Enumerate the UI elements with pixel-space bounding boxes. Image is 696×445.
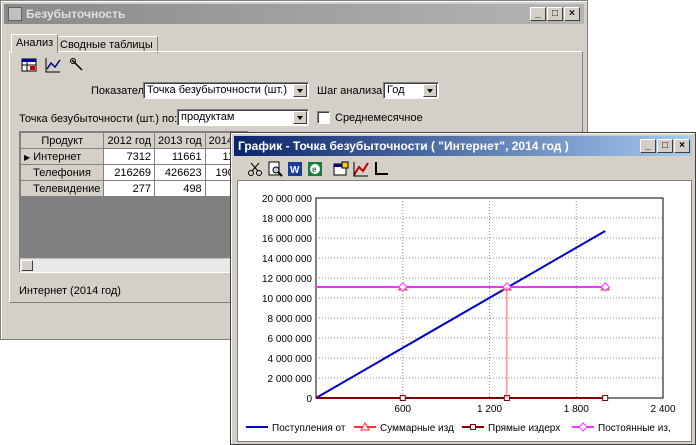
close-button[interactable]: × — [674, 139, 690, 153]
chart-area: 0 2 000 000 4 000 000 6 000 000 8 000 000 10 … — [237, 180, 692, 442]
chart-icon[interactable] — [43, 55, 63, 75]
y-tick-label: 8 000 000 — [268, 314, 313, 325]
minimize-button[interactable]: _ — [640, 139, 656, 153]
window-title: Безубыточность — [26, 7, 126, 21]
data-point — [399, 395, 406, 401]
excel-icon[interactable]: e — [305, 159, 325, 179]
legend-label: Поступления от — [272, 423, 346, 434]
row-header[interactable]: Телефония — [19, 164, 105, 181]
data-grid[interactable]: Продукт 2012 год 2013 год 2014 год ▶ Инт… — [19, 131, 257, 273]
legend-label: Суммарные изд — [380, 423, 454, 434]
horizontal-scrollbar[interactable] — [20, 258, 248, 272]
title-bar[interactable]: Безубыточность _ □ × — [4, 4, 584, 24]
scissors-icon[interactable] — [245, 159, 265, 179]
row-header[interactable]: Телевидение — [19, 180, 105, 197]
table-cell[interactable]: 11661 — [154, 148, 206, 165]
chevron-down-icon[interactable] — [423, 84, 437, 97]
legend-marker — [578, 422, 588, 432]
table-row[interactable]: Телевидение 277 498 540 — [19, 180, 257, 197]
word-icon[interactable]: W — [285, 159, 305, 179]
minimize-button[interactable]: _ — [530, 7, 546, 21]
status-text: Интернет (2014 год) — [19, 285, 121, 297]
y-tick-label: 0 — [306, 394, 312, 405]
chart-title-bar[interactable]: График - Точка безубыточности ( "Интерне… — [234, 136, 692, 156]
column-header[interactable]: 2012 год — [103, 132, 156, 149]
row-header[interactable]: ▶ Интернет — [19, 148, 105, 165]
y-tick-label: 4 000 000 — [268, 354, 313, 365]
monthly-checkbox[interactable] — [317, 111, 330, 124]
breakeven-chart: 0 2 000 000 4 000 000 6 000 000 8 000 000 10 … — [246, 194, 676, 434]
app-icon — [8, 7, 22, 21]
wrench-icon[interactable] — [67, 55, 87, 75]
y-tick-label: 6 000 000 — [268, 334, 313, 345]
y-tick-label: 10 000 000 — [262, 294, 312, 305]
table-cell[interactable]: 216269 — [103, 164, 156, 181]
y-tick-label: 14 000 000 — [262, 254, 312, 265]
x-tick-label: 1 200 — [477, 404, 502, 415]
column-header[interactable]: 2013 год — [154, 132, 206, 149]
step-select[interactable]: Год — [383, 82, 439, 99]
legend-label: Прямые издерх — [488, 423, 560, 434]
properties-icon[interactable] — [331, 159, 351, 179]
x-tick-label: 600 — [394, 404, 411, 415]
svg-text:e: e — [312, 165, 317, 174]
axis-icon[interactable] — [371, 159, 391, 179]
table-report-icon[interactable] — [19, 55, 39, 75]
y-tick-label: 20 000 000 — [262, 194, 312, 205]
table-cell[interactable]: 498 — [154, 180, 206, 197]
chevron-down-icon[interactable] — [293, 84, 307, 97]
close-button[interactable]: × — [564, 7, 580, 21]
svg-text:W: W — [290, 165, 300, 176]
table-row[interactable]: ▶ Интернет 7312 11661 11068 — [19, 148, 257, 165]
chart-window: График - Точка безубыточности ( "Интерне… — [230, 132, 696, 445]
table-row[interactable]: Телефония 216269 426623 190359 — [19, 164, 257, 181]
monthly-label: Среднемесячное — [335, 112, 423, 124]
maximize-button[interactable]: □ — [547, 7, 563, 21]
column-header[interactable]: Продукт — [19, 132, 105, 149]
x-tick-label: 2 400 — [650, 404, 675, 415]
maximize-button[interactable]: □ — [657, 139, 673, 153]
chart-window-title: График - Точка безубыточности ( "Интерне… — [238, 139, 569, 153]
chevron-down-icon[interactable] — [293, 111, 307, 124]
scroll-left-button[interactable] — [21, 260, 33, 271]
y-tick-label: 12 000 000 — [262, 274, 312, 285]
table-cell[interactable]: 277 — [103, 180, 156, 197]
chart-type-icon[interactable] — [351, 159, 371, 179]
y-tick-label: 2 000 000 — [268, 374, 313, 385]
y-tick-label: 16 000 000 — [262, 234, 312, 245]
y-tick-label: 18 000 000 — [262, 214, 312, 225]
tab-analysis[interactable]: Анализ — [11, 34, 59, 53]
step-label: Шаг анализа : — [317, 85, 389, 97]
breakeven-by-label: Точка безубыточности (шт.) по: — [19, 113, 178, 125]
preview-icon[interactable] — [265, 159, 285, 179]
x-tick-label: 1 800 — [564, 404, 589, 415]
breakeven-by-select[interactable]: продуктам — [177, 109, 309, 126]
indicator-select[interactable]: Точка безубыточности (шт.) — [143, 82, 309, 99]
legend-label: Постоянные из, — [598, 423, 671, 434]
legend-marker — [470, 424, 476, 430]
table-cell[interactable]: 426623 — [154, 164, 206, 181]
table-cell[interactable]: 7312 — [103, 148, 156, 165]
data-point — [602, 395, 609, 401]
